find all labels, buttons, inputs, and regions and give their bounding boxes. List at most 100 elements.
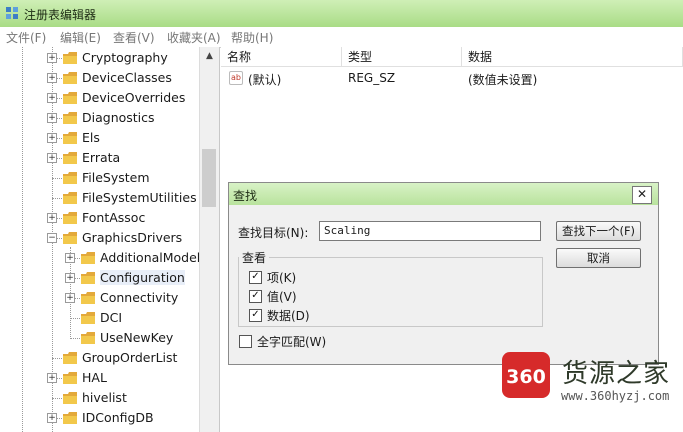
values-checkbox-label: 值(V) (267, 290, 297, 304)
column-header-data[interactable]: 数据 (462, 47, 683, 67)
folder-icon (63, 152, 77, 164)
folder-icon (63, 192, 77, 204)
folder-icon (63, 412, 77, 424)
folder-icon (81, 272, 95, 284)
find-target-input[interactable]: Scaling (319, 221, 541, 241)
tree-item-graphicsdrivers[interactable]: − GraphicsDrivers (0, 228, 199, 248)
tree-item-label: FileSystem (82, 170, 150, 185)
find-dialog-titlebar: 查找 ✕ (229, 183, 658, 205)
column-header-name[interactable]: 名称 (221, 47, 342, 67)
tree-item-configuration[interactable]: + Configuration (0, 268, 199, 288)
registry-tree[interactable]: + Cryptography + DeviceClasses + DeviceOverri… (0, 47, 220, 432)
collapse-icon[interactable]: − (47, 233, 57, 243)
folder-icon (63, 172, 77, 184)
tree-item-hal[interactable]: + HAL (0, 368, 199, 388)
folder-icon (63, 52, 77, 64)
value-data: (数值未设置) (468, 73, 538, 87)
value-name[interactable]: (默认) (248, 71, 281, 88)
tree-item-idconfigdb[interactable]: + IDConfigDB (0, 408, 199, 428)
tree-item-deviceclasses[interactable]: + DeviceClasses (0, 68, 199, 88)
tree-item-filesystemutilities[interactable]: FileSystemUtilities (0, 188, 199, 208)
expand-icon[interactable]: + (47, 133, 57, 143)
folder-icon (63, 372, 77, 384)
data-checkbox[interactable]: ✓ (249, 309, 262, 322)
folder-icon (81, 292, 95, 304)
tree-item-grouporderlist[interactable]: GroupOrderList (0, 348, 199, 368)
tree-item-label: Configuration (100, 270, 185, 285)
tree-item-label: Connectivity (100, 290, 179, 305)
data-checkbox-label: 数据(D) (267, 309, 310, 323)
expand-icon[interactable]: + (47, 413, 57, 423)
match-whole-checkbox[interactable] (239, 335, 252, 348)
tree-item-label: DeviceClasses (82, 70, 172, 85)
expand-icon[interactable]: + (65, 293, 75, 303)
tree-item-label: DeviceOverrides (82, 90, 186, 105)
expand-icon[interactable]: + (65, 253, 75, 263)
tree-item-label: hivelist (82, 390, 127, 405)
cancel-button[interactable]: 取消 (556, 248, 641, 268)
expand-icon[interactable]: + (65, 273, 75, 283)
tree-item-deviceoverrides[interactable]: + DeviceOverrides (0, 88, 199, 108)
find-next-button[interactable]: 查找下一个(F) (556, 221, 641, 241)
tree-item-dci[interactable]: DCI (0, 308, 199, 328)
tree-item-cryptography[interactable]: + Cryptography (0, 48, 199, 68)
tree-item-label: Els (82, 130, 100, 145)
tree-item-label: IDConfigDB (82, 410, 154, 425)
tree-item-els[interactable]: + Els (0, 128, 199, 148)
expand-icon[interactable]: + (47, 93, 57, 103)
folder-icon (63, 352, 77, 364)
menu-favorites[interactable]: 收藏夹(A) (167, 29, 221, 46)
tree-item-label: Errata (82, 150, 121, 165)
tree-scrollbar[interactable]: ▲ (199, 47, 219, 432)
folder-icon (63, 132, 77, 144)
expand-icon[interactable]: + (47, 153, 57, 163)
tree-item-label: FontAssoc (82, 210, 146, 225)
tree-item-label: FileSystemUtilities (82, 190, 197, 205)
tree-item-label: AdditionalModel (100, 250, 201, 265)
value-type: REG_SZ (348, 71, 396, 85)
tree-item-additionalmodel[interactable]: + AdditionalModel (0, 248, 201, 268)
close-icon[interactable]: ✕ (632, 186, 652, 204)
tree-item-connectivity[interactable]: + Connectivity (0, 288, 199, 308)
watermark-url: www.360hyzj.com (561, 389, 670, 403)
title-bar: 注册表编辑器 (0, 0, 683, 28)
folder-icon (63, 232, 77, 244)
menu-bar: 文件(F) 编辑(E) 查看(V) 收藏夹(A) 帮助(H) (0, 27, 683, 48)
find-dialog-title: 查找 (233, 189, 258, 203)
tree-item-usenewkey[interactable]: UseNewKey (0, 328, 199, 348)
tree-item-label: GraphicsDrivers (82, 230, 183, 245)
menu-help[interactable]: 帮助(H) (231, 29, 273, 46)
expand-icon[interactable]: + (47, 373, 57, 383)
watermark-name: 货源之家 (562, 359, 671, 389)
column-header-type[interactable]: 类型 (342, 47, 462, 67)
360-logo-icon: 360 (502, 352, 550, 398)
tree-item-diagnostics[interactable]: + Diagnostics (0, 108, 199, 128)
expand-icon[interactable]: + (47, 53, 57, 63)
scroll-up-arrow-icon[interactable]: ▲ (200, 47, 219, 65)
tree-item-fontassoc[interactable]: + FontAssoc (0, 208, 199, 228)
keys-checkbox[interactable]: ✓ (249, 271, 262, 284)
window-title: 注册表编辑器 (24, 8, 97, 22)
menu-file[interactable]: 文件(F) (6, 29, 46, 46)
tree-item-filesystem[interactable]: FileSystem (0, 168, 199, 188)
folder-icon (81, 312, 95, 324)
scroll-thumb[interactable] (202, 149, 216, 207)
folder-icon (81, 332, 95, 344)
tree-item-label: Diagnostics (82, 110, 155, 125)
find-target-label: 查找目标(N): (238, 226, 309, 240)
tree-item-label: GroupOrderList (82, 350, 178, 365)
tree-item-label: Cryptography (82, 50, 168, 65)
string-value-icon: ab (229, 71, 243, 85)
expand-icon[interactable]: + (47, 213, 57, 223)
menu-edit[interactable]: 编辑(E) (60, 29, 101, 46)
watermark-logo-text: 360 (506, 366, 546, 388)
expand-icon[interactable]: + (47, 73, 57, 83)
look-at-label: 查看 (239, 249, 270, 266)
tree-item-errata[interactable]: + Errata (0, 148, 199, 168)
tree-item-hivelist[interactable]: hivelist (0, 388, 199, 408)
find-dialog: 查找 ✕ 查找目标(N): Scaling 查找下一个(F) 取消 查看 ✓ 项… (228, 182, 659, 365)
values-checkbox[interactable]: ✓ (249, 290, 262, 303)
menu-view[interactable]: 查看(V) (113, 29, 155, 46)
expand-icon[interactable]: + (47, 113, 57, 123)
match-whole-label: 全字匹配(W) (257, 335, 327, 349)
